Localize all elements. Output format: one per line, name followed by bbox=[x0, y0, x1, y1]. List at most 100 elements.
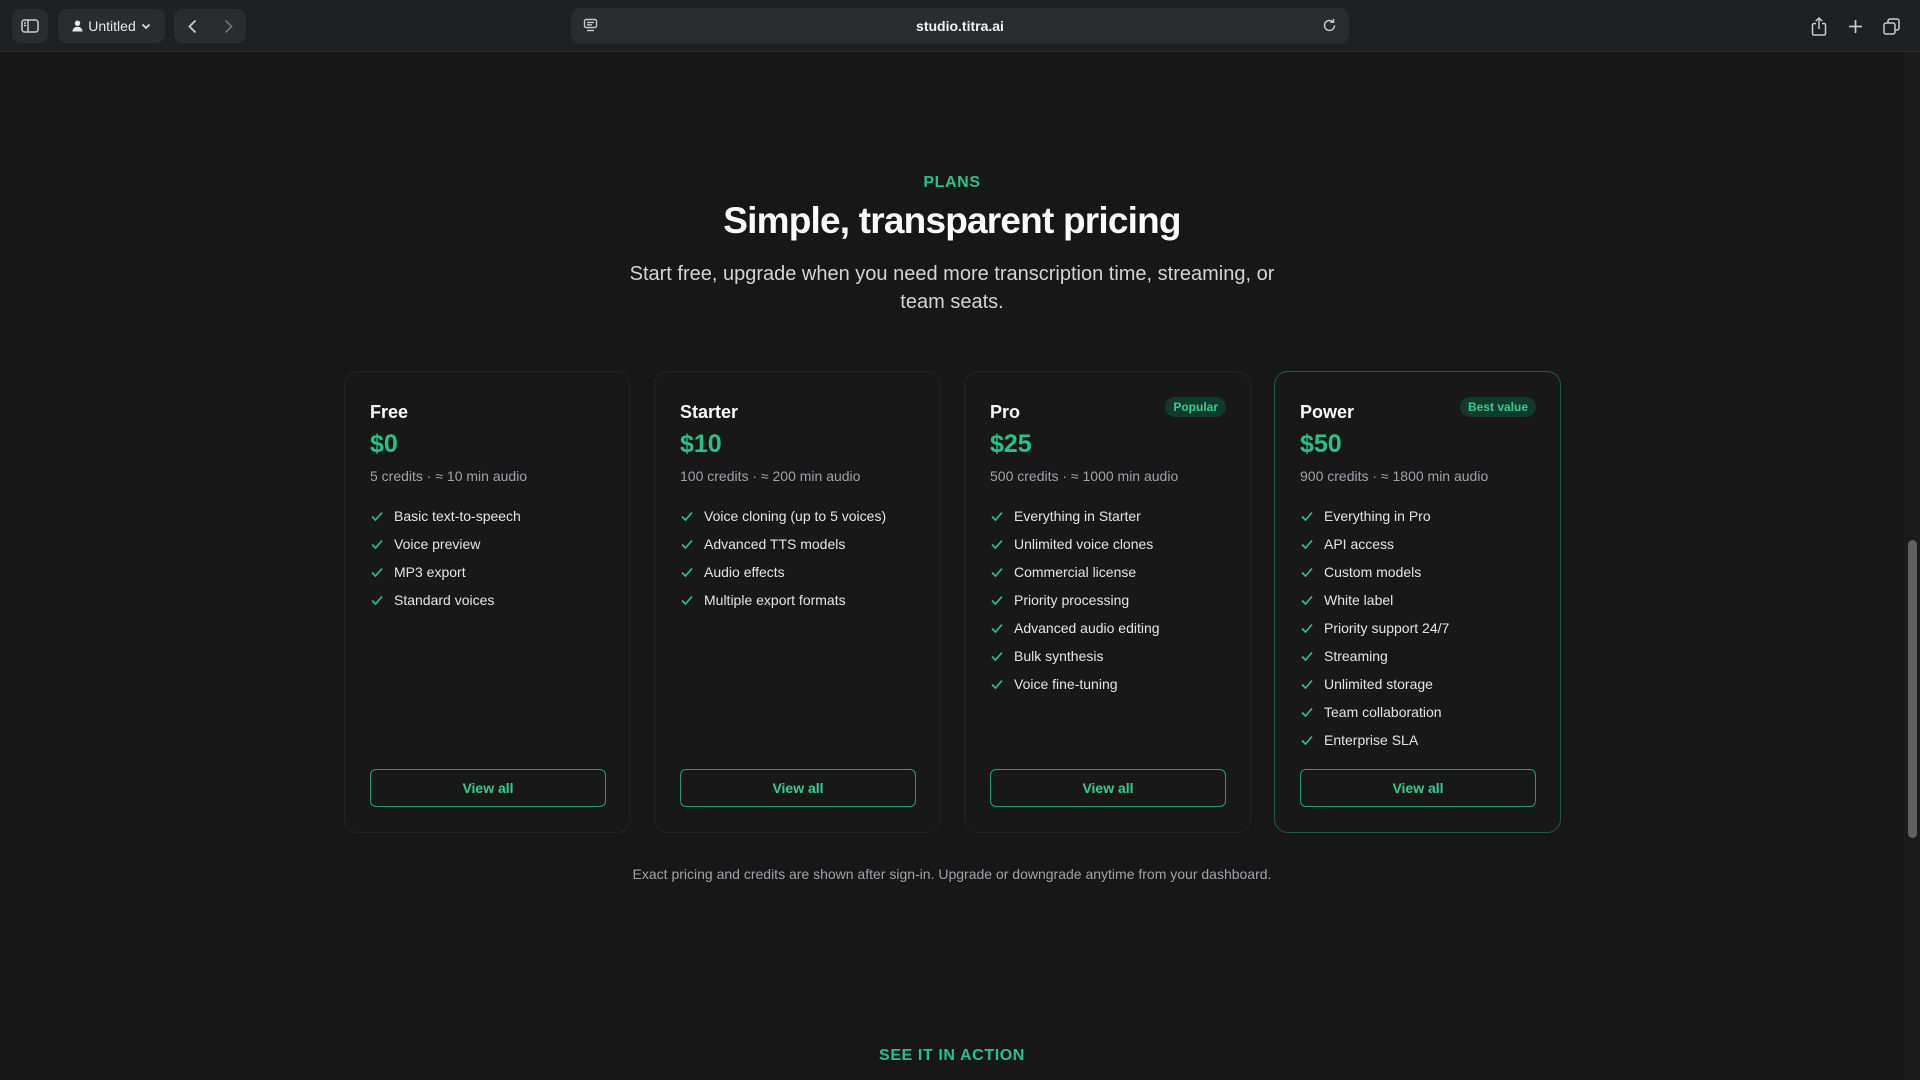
page-subtitle: Start free, upgrade when you need more t… bbox=[629, 263, 1275, 313]
page-title: Simple, transparent pricing bbox=[723, 200, 1181, 241]
person-icon bbox=[72, 20, 83, 32]
feature-list: Everything in Starter Unlimited voice cl… bbox=[990, 502, 1160, 698]
plan-name: Pro bbox=[990, 402, 1021, 422]
plan-card-power: Power Best value $50 900 credits · ≈ 180… bbox=[1274, 371, 1561, 833]
feature-item: White label bbox=[1300, 586, 1449, 614]
plan-credits: 5 credits · ≈ 10 min audio bbox=[370, 468, 528, 484]
check-icon bbox=[1300, 677, 1314, 691]
profile-menu-button[interactable]: Untitled bbox=[58, 9, 165, 43]
back-button[interactable] bbox=[174, 9, 210, 43]
check-icon bbox=[1300, 621, 1314, 635]
feature-item: Team collaboration bbox=[1300, 698, 1449, 726]
feature-item: API access bbox=[1300, 530, 1449, 558]
check-icon bbox=[680, 593, 694, 607]
check-icon bbox=[680, 537, 694, 551]
feature-list: Voice cloning (up to 5 voices) Advanced … bbox=[680, 502, 886, 614]
tab-overview-button[interactable] bbox=[1874, 9, 1908, 43]
feature-item: Streaming bbox=[1300, 642, 1449, 670]
check-icon bbox=[680, 509, 694, 523]
new-tab-button[interactable] bbox=[1838, 9, 1872, 43]
check-icon bbox=[990, 649, 1004, 663]
feature-list: Everything in Pro API access Custom mode… bbox=[1300, 502, 1449, 754]
reload-icon[interactable] bbox=[1322, 18, 1337, 36]
check-icon bbox=[990, 537, 1004, 551]
check-icon bbox=[1300, 537, 1314, 551]
share-button[interactable] bbox=[1802, 9, 1836, 43]
address-bar[interactable]: studio.titra.ai bbox=[571, 8, 1349, 44]
feature-item: Voice fine-tuning bbox=[990, 670, 1160, 698]
chevron-left-icon bbox=[187, 19, 197, 34]
feature-item: Basic text-to-speech bbox=[370, 502, 521, 530]
plan-price: $25 bbox=[990, 430, 1032, 458]
plan-name: Power bbox=[1300, 402, 1355, 422]
feature-item: Commercial license bbox=[990, 558, 1160, 586]
plan-name: Free bbox=[370, 402, 409, 422]
check-icon bbox=[990, 565, 1004, 579]
page-settings-icon[interactable] bbox=[583, 18, 598, 36]
plan-card-pro: Pro Popular $25 500 credits · ≈ 1000 min… bbox=[964, 371, 1251, 833]
browser-toolbar: Untitled studio.titra.ai bbox=[0, 0, 1920, 52]
section-eyebrow: PLANS bbox=[923, 174, 981, 191]
plan-name: Starter bbox=[680, 402, 739, 422]
tabs-overview-icon bbox=[1882, 17, 1900, 35]
feature-item: Bulk synthesis bbox=[990, 642, 1160, 670]
next-section-eyebrow: SEE IT IN ACTION bbox=[879, 1047, 1025, 1064]
best-value-badge: Best value bbox=[1459, 397, 1536, 417]
check-icon bbox=[1300, 705, 1314, 719]
popular-badge: Popular bbox=[1165, 397, 1226, 417]
feature-item: MP3 export bbox=[370, 558, 521, 586]
forward-button[interactable] bbox=[210, 9, 246, 43]
chevron-right-icon bbox=[224, 19, 233, 34]
feature-list: Basic text-to-speech Voice preview MP3 e… bbox=[370, 502, 521, 614]
plan-credits: 500 credits · ≈ 1000 min audio bbox=[990, 468, 1179, 484]
plan-price: $10 bbox=[680, 430, 722, 458]
feature-item: Priority processing bbox=[990, 586, 1160, 614]
check-icon bbox=[370, 537, 384, 551]
check-icon bbox=[1300, 593, 1314, 607]
feature-item: Unlimited storage bbox=[1300, 670, 1449, 698]
plan-card-starter: Starter $10 100 credits · ≈ 200 min audi… bbox=[654, 371, 941, 833]
pricing-footnote: Exact pricing and credits are shown afte… bbox=[632, 866, 1272, 882]
scrollbar-thumb[interactable] bbox=[1908, 540, 1917, 838]
feature-item: Unlimited voice clones bbox=[990, 530, 1160, 558]
feature-item: Multiple export formats bbox=[680, 586, 886, 614]
check-icon bbox=[1300, 649, 1314, 663]
check-icon bbox=[370, 593, 384, 607]
feature-item: Advanced TTS models bbox=[680, 530, 886, 558]
feature-item: Custom models bbox=[1300, 558, 1449, 586]
feature-item: Advanced audio editing bbox=[990, 614, 1160, 642]
profile-label: Untitled bbox=[88, 18, 136, 34]
plan-card-free: Free $0 5 credits · ≈ 10 min audio Basic… bbox=[344, 371, 631, 833]
check-icon bbox=[680, 565, 694, 579]
feature-item: Voice preview bbox=[370, 530, 521, 558]
chevron-down-icon bbox=[141, 23, 151, 30]
check-icon bbox=[990, 621, 1004, 635]
share-icon bbox=[1811, 16, 1827, 36]
feature-item: Enterprise SLA bbox=[1300, 726, 1449, 754]
plan-credits: 100 credits · ≈ 200 min audio bbox=[680, 468, 861, 484]
plan-price: $50 bbox=[1300, 430, 1342, 458]
check-icon bbox=[370, 565, 384, 579]
check-icon bbox=[370, 509, 384, 523]
plan-credits: 900 credits · ≈ 1800 min audio bbox=[1300, 468, 1489, 484]
sidebar-icon bbox=[21, 19, 39, 33]
feature-item: Priority support 24/7 bbox=[1300, 614, 1449, 642]
check-icon bbox=[1300, 565, 1314, 579]
check-icon bbox=[1300, 733, 1314, 747]
check-icon bbox=[990, 509, 1004, 523]
feature-item: Voice cloning (up to 5 voices) bbox=[680, 502, 886, 530]
feature-item: Everything in Starter bbox=[990, 502, 1160, 530]
view-all-button[interactable]: View all bbox=[1300, 769, 1536, 807]
feature-item: Audio effects bbox=[680, 558, 886, 586]
sidebar-toggle-button[interactable] bbox=[12, 9, 48, 43]
url-text: studio.titra.ai bbox=[916, 18, 1004, 34]
feature-item: Standard voices bbox=[370, 586, 521, 614]
view-all-button[interactable]: View all bbox=[990, 769, 1226, 807]
view-all-button[interactable]: View all bbox=[680, 769, 916, 807]
view-all-button[interactable]: View all bbox=[370, 769, 606, 807]
plan-price: $0 bbox=[370, 430, 398, 458]
plus-icon bbox=[1848, 19, 1863, 34]
check-icon bbox=[990, 593, 1004, 607]
check-icon bbox=[990, 677, 1004, 691]
check-icon bbox=[1300, 509, 1314, 523]
